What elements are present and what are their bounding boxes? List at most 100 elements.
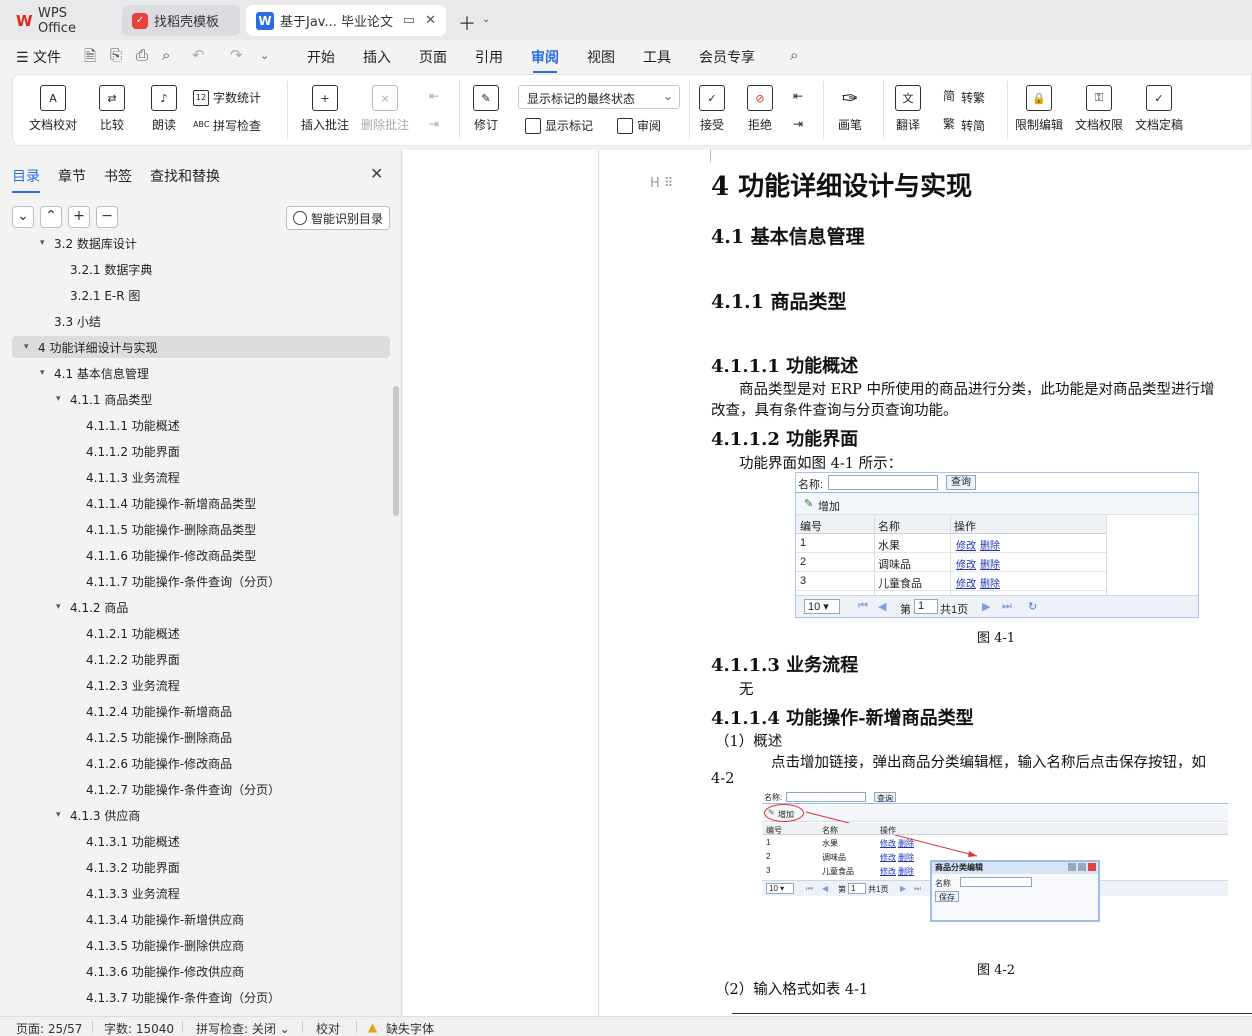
toc-item[interactable]: 4.1.2.7 功能操作-条件查询（分页） [72,778,280,800]
toc-item[interactable]: 4.1.1.6 功能操作-修改商品类型 [72,544,256,566]
remove-heading-button[interactable]: − [96,206,118,228]
toc-item[interactable]: ▾ 4 功能详细设计与实现 [24,336,157,358]
menu-start[interactable]: 开始 [307,47,335,67]
toc-item[interactable]: 4.1.1.2 功能界面 [72,440,180,462]
toc-item[interactable]: ▾ 4.1.1 商品类型 [56,388,152,410]
file-menu[interactable]: ☰ 文件 [16,47,61,67]
insert-comment-button[interactable]: + 插入批注 [301,85,349,133]
to-simplified-button[interactable]: 繁 转简 [941,117,985,134]
tab-bookmarks[interactable]: 书签 [104,166,132,186]
smart-toc-button[interactable]: 智能识别目录 [286,206,390,230]
save-icon[interactable]: 🗎 [84,46,96,71]
toc-item[interactable]: 3.3 小结 [40,310,101,332]
reject-button[interactable]: ⊘ 拒绝 [747,85,773,133]
toc-item[interactable]: 4.1.1.4 功能操作-新增商品类型 [72,492,256,514]
toc-item[interactable]: 4.1.3.6 功能操作-修改供应商 [72,960,244,982]
expand-arrow-icon[interactable]: ▾ [24,342,38,352]
finalize-button[interactable]: ✓ 文档定稿 [1135,85,1183,133]
toc-item[interactable]: ▾ 3.2 数据库设计 [40,238,137,254]
proofread-status[interactable]: 校对 [316,1020,340,1036]
accept-button[interactable]: ✓ 接受 [699,85,725,133]
close-panel-icon[interactable]: ✕ [370,164,383,183]
tab-find-replace[interactable]: 查找和替换 [150,166,220,186]
expand-arrow-icon[interactable]: ▾ [56,602,70,612]
redo-icon[interactable]: ↷ [230,46,243,64]
toc-item[interactable]: 4.1.1.7 功能操作-条件查询（分页） [72,570,280,592]
expand-down-button[interactable]: ⌄ [12,206,34,228]
next-change-icon[interactable]: ⇥ [793,117,803,131]
toc-item[interactable]: 4.1.2.5 功能操作-删除商品 [72,726,232,748]
toc-item[interactable]: 4.1.3.4 功能操作-新增供应商 [72,908,244,930]
restrict-edit-button[interactable]: 🔒 限制编辑 [1015,85,1063,133]
show-markup-button[interactable]: 显示标记 [525,117,593,134]
toc-item[interactable]: 4.1.1.3 业务流程 [72,466,180,488]
markup-state-select[interactable]: 显示标记的最终状态 ⌄ [518,85,680,109]
menu-view[interactable]: 视图 [587,47,615,67]
tab-sections[interactable]: 章节 [58,166,86,186]
page-indicator[interactable]: 页面: 25/57 [16,1020,82,1036]
add-heading-button[interactable]: + [68,206,90,228]
toc-item[interactable]: 4.1.3.5 功能操作-删除供应商 [72,934,244,956]
word-count[interactable]: 字数: 15040 [104,1020,174,1036]
chevron-down-icon[interactable]: ⌄ [482,14,490,25]
prev-comment-icon[interactable]: ⇤ [429,89,439,103]
missing-font-status[interactable]: 缺失字体 [386,1020,434,1036]
toc-item[interactable]: ▾ 4.1.2 商品 [56,596,128,618]
search-icon[interactable]: ⌕ [790,46,798,64]
tab-toc[interactable]: 目录 [12,166,40,193]
spell-check-status[interactable]: 拼写检查: 关闭 ⌄ [196,1020,290,1036]
prev-change-icon[interactable]: ⇤ [793,89,803,103]
new-tab-icon[interactable]: ＋ [458,10,476,36]
toc-item[interactable]: 4.1.1.1 功能概述 [72,414,180,436]
toc-item[interactable]: 3.2.1 数据字典 [56,258,152,280]
toc-item[interactable]: 4.1.2.2 功能界面 [72,648,180,670]
menu-review[interactable]: 审阅 [531,47,559,73]
tab-document[interactable]: W 基于Jav... 毕业论文 ▭ ✕ [246,5,446,36]
expand-arrow-icon[interactable]: ▾ [56,394,70,404]
menu-reference[interactable]: 引用 [475,47,503,67]
to-traditional-button[interactable]: 简 转繁 [941,89,985,106]
share-icon[interactable]: ⎘ [110,46,122,64]
close-tab-icon[interactable]: ✕ [425,13,436,28]
collapse-up-button[interactable]: ⌃ [40,206,62,228]
window-restore-icon[interactable]: ▭ [403,13,415,28]
translate-button[interactable]: 文 翻译 [895,85,921,133]
next-comment-icon[interactable]: ⇥ [429,117,439,131]
menu-insert[interactable]: 插入 [363,47,391,67]
print-preview-icon[interactable]: ⌕ [162,46,170,64]
tab-template[interactable]: ✓ 找稻壳模板 [122,5,240,36]
toc-item[interactable]: 4.1.1.5 功能操作-删除商品类型 [72,518,256,540]
review-pane-button[interactable]: 审阅 [617,117,661,134]
toc-item[interactable]: ▾ 4.1.3 供应商 [56,804,140,826]
toc-item[interactable]: 4.1.3.7 功能操作-条件查询（分页） [72,986,280,1008]
pen-button[interactable]: ✑ 画笔 [837,85,863,133]
menu-membership[interactable]: 会员专享 [699,47,755,67]
toc-item[interactable]: 4.1.3.3 业务流程 [72,882,180,904]
toc-item[interactable]: 4.1.2.6 功能操作-修改商品 [72,752,232,774]
toc-item[interactable]: 4.1.2.1 功能概述 [72,622,180,644]
toc-item[interactable]: 4.1.3.2 功能界面 [72,856,180,878]
expand-arrow-icon[interactable]: ▾ [40,238,54,248]
doc-check-button[interactable]: A 文档校对 [29,85,77,133]
spell-check-button[interactable]: ABC 拼写检查 [193,117,261,134]
expand-arrow-icon[interactable]: ▾ [40,368,54,378]
toc-item[interactable]: 4.1.2.4 功能操作-新增商品 [72,700,232,722]
compare-button[interactable]: ⇄ 比较 [99,85,125,133]
expand-arrow-icon[interactable]: ▾ [56,810,70,820]
undo-icon[interactable]: ↶ [192,46,205,64]
heading-handle-icon[interactable]: H ⠿ [650,176,673,191]
print-icon[interactable]: ⎙ [136,46,148,64]
tab-wps-office[interactable]: W WPS Office [6,5,116,36]
doc-permission-button[interactable]: ⚿ 文档权限 [1075,85,1123,133]
word-count-button[interactable]: 12 字数统计 [193,89,261,106]
revise-button[interactable]: ✎ 修订 [473,85,499,133]
menu-tools[interactable]: 工具 [643,47,671,67]
toc-item[interactable]: ▾ 4.1 基本信息管理 [40,362,149,384]
toc-item[interactable]: 4.1.2.3 业务流程 [72,674,180,696]
toc-scrollbar[interactable] [393,386,399,516]
toc-item[interactable]: 4.1.3.1 功能概述 [72,830,180,852]
menu-page[interactable]: 页面 [419,47,447,67]
toc-item[interactable]: 3.2.1 E-R 图 [56,284,140,306]
read-aloud-button[interactable]: ♪ 朗读 [151,85,177,133]
quick-access-more-icon[interactable]: ⌄ [260,49,269,62]
